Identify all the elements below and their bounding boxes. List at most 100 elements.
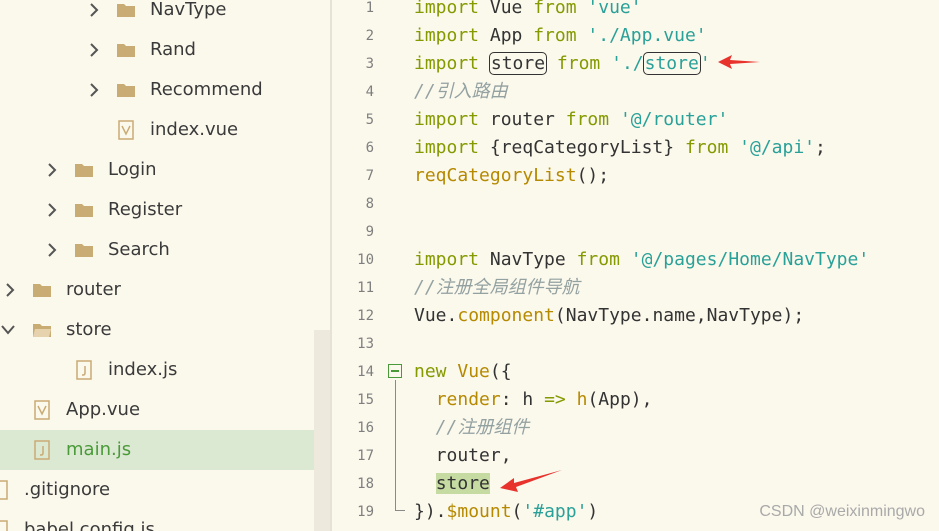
line-number: 3 — [365, 56, 374, 72]
folder-icon — [75, 204, 93, 217]
tree-item-main-js[interactable]: main.js — [0, 430, 314, 470]
code-line[interactable]: 10 import NavType from '@/pages/Home/Nav… — [332, 246, 939, 274]
line-number: 13 — [357, 336, 374, 352]
line-number: 5 — [365, 112, 374, 128]
code-line[interactable]: 13 — [332, 330, 939, 358]
line-number: 14 — [357, 364, 374, 380]
tree-item-label: index.js — [108, 359, 178, 380]
code-text: import store from './store' — [414, 52, 711, 75]
folder-icon — [117, 44, 135, 57]
annotation-arrow-icon — [718, 55, 760, 69]
code-text: Vue.component(NavType.name,NavType); — [414, 305, 805, 326]
tree-item-label: Search — [108, 239, 170, 260]
code-line[interactable]: 18 store — [332, 470, 939, 498]
fold-collapse-icon[interactable] — [388, 364, 402, 378]
code-line[interactable]: 2 import App from './App.vue' — [332, 22, 939, 50]
chevron-right-icon — [90, 43, 99, 57]
code-line[interactable]: 12 Vue.component(NavType.name,NavType); — [332, 302, 939, 330]
line-number: 7 — [365, 168, 374, 184]
tree-item-recommend[interactable]: Recommend — [0, 70, 314, 110]
line-number: 18 — [357, 476, 374, 492]
line-number: 4 — [365, 84, 374, 100]
code-text: import NavType from '@/pages/Home/NavTyp… — [414, 249, 870, 270]
tree-item-gitignore[interactable]: .gitignore — [0, 470, 314, 510]
fold-guide — [395, 380, 396, 510]
folder-icon — [75, 164, 93, 177]
folder-icon — [75, 244, 93, 257]
tree-item-index-js[interactable]: index.js — [0, 350, 314, 390]
code-line[interactable]: 6 import {reqCategoryList} from '@/api'; — [332, 134, 939, 162]
line-number: 2 — [365, 28, 374, 44]
tree-item-label: router — [66, 279, 121, 300]
code-text: import {reqCategoryList} from '@/api'; — [414, 137, 826, 158]
folder-icon — [117, 4, 135, 17]
vue-file-icon — [118, 120, 134, 140]
code-text: router, — [414, 445, 512, 466]
line-number: 8 — [365, 196, 374, 212]
annotation-arrow-icon — [500, 470, 562, 492]
code-line[interactable]: 1 import Vue from 'vue' — [332, 0, 939, 22]
code-line[interactable]: 15 render: h => h(App), — [332, 386, 939, 414]
line-number: 12 — [357, 308, 374, 324]
tree-item-label: main.js — [66, 439, 132, 460]
tree-item-label: .gitignore — [24, 479, 111, 500]
code-line[interactable]: 8 — [332, 190, 939, 218]
js-file-icon — [34, 440, 50, 460]
tree-item-label: Recommend — [150, 79, 263, 100]
line-number: 9 — [365, 224, 374, 240]
file-icon — [0, 520, 8, 531]
code-editor[interactable]: 1 import Vue from 'vue' 2 import App fro… — [332, 0, 939, 531]
tree-item-search[interactable]: Search — [0, 230, 314, 270]
code-comment: //注册组件 — [414, 417, 530, 438]
tree-item-label: NavType — [150, 0, 227, 20]
code-line[interactable]: 9 — [332, 218, 939, 246]
tree-item-rand[interactable]: Rand — [0, 30, 314, 70]
tree-item-login[interactable]: Login — [0, 150, 314, 190]
code-text: new Vue({ — [414, 361, 512, 382]
chevron-right-icon — [48, 203, 57, 217]
tree-item-store[interactable]: store — [0, 310, 314, 350]
tree-item-label: Rand — [150, 39, 196, 60]
line-number: 10 — [357, 252, 374, 268]
code-line[interactable]: 4 //引入路由 — [332, 78, 939, 106]
tree-item-babel-config[interactable]: babel.config.js — [0, 510, 314, 531]
code-line[interactable]: 16 //注册组件 — [332, 414, 939, 442]
chevron-right-icon — [48, 163, 57, 177]
code-text: reqCategoryList(); — [414, 165, 610, 186]
tree-item-navtype[interactable]: NavType — [0, 0, 314, 30]
explorer-scrollbar[interactable] — [314, 330, 330, 531]
code-text: import App from './App.vue' — [414, 25, 707, 46]
file-icon — [0, 480, 8, 500]
vue-file-icon — [34, 400, 50, 420]
folder-icon — [117, 84, 135, 97]
line-number: 1 — [365, 0, 374, 16]
code-comment: //引入路由 — [414, 81, 508, 102]
tree-item-app-vue[interactable]: App.vue — [0, 390, 314, 430]
chevron-right-icon — [48, 243, 57, 257]
tree-item-register[interactable]: Register — [0, 190, 314, 230]
code-line[interactable]: 11 //注册全局组件导航 — [332, 274, 939, 302]
line-number: 17 — [357, 448, 374, 464]
tree-item-label: index.vue — [150, 119, 239, 140]
code-line[interactable]: 5 import router from '@/router' — [332, 106, 939, 134]
line-number: 6 — [365, 140, 374, 156]
tree-item-label: App.vue — [66, 399, 141, 420]
code-comment: //注册全局组件导航 — [414, 277, 580, 298]
tree-item-label: babel.config.js — [24, 519, 155, 531]
code-line[interactable]: 7 reqCategoryList(); — [332, 162, 939, 190]
tree-item-label: Register — [108, 199, 183, 220]
chevron-right-icon — [90, 3, 99, 17]
line-number: 11 — [357, 280, 374, 296]
tree-item-index-vue[interactable]: index.vue — [0, 110, 314, 150]
code-line[interactable]: 17 router, — [332, 442, 939, 470]
tree-item-label: Login — [108, 159, 157, 180]
code-line[interactable]: 14 new Vue({ — [332, 358, 939, 386]
code-text: import Vue from 'vue' — [414, 0, 642, 18]
chevron-right-icon — [6, 283, 15, 297]
chevron-right-icon — [90, 83, 99, 97]
line-number: 16 — [357, 420, 374, 436]
open-folder-icon — [33, 324, 51, 337]
watermark: CSDN @weixinmingwo — [759, 503, 925, 520]
tree-item-router[interactable]: router — [0, 270, 314, 310]
code-line[interactable]: 3 import store from './store' — [332, 50, 939, 78]
